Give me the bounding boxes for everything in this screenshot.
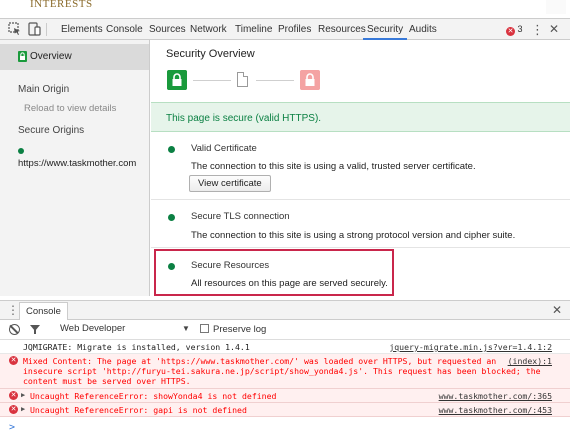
console-toolbar: Web Developer ▼ Preserve log: [0, 320, 570, 340]
secure-status-text: This page is secure (valid HTTPS).: [166, 113, 322, 124]
insecure-lock-icon: [300, 70, 320, 90]
view-certificate-button[interactable]: View certificate: [189, 175, 271, 192]
secure-origins-heading: Secure Origins: [18, 125, 85, 136]
error-icon: ✕: [9, 405, 18, 414]
tab-sources[interactable]: Sources: [145, 19, 190, 40]
message-text-line: content must be served over HTTPS.: [23, 376, 191, 386]
tab-console[interactable]: Console: [102, 19, 147, 40]
more-options-icon[interactable]: ⋮: [531, 22, 544, 38]
secure-tls-section: Secure TLS connection The connection to …: [151, 200, 570, 248]
page-heading-fragment: INTERESTS: [30, 0, 93, 10]
preserve-log-checkbox[interactable]: Preserve log: [200, 324, 266, 335]
console-message-error[interactable]: ✕ ▶ Uncaught ReferenceError: showYonda4 …: [0, 389, 570, 403]
message-text-line: insecure script 'http://furyu-tei.sakura…: [23, 366, 541, 376]
dropdown-arrow-icon: ▼: [182, 324, 190, 333]
security-summary-icons: [167, 70, 337, 90]
tab-elements[interactable]: Elements: [57, 19, 107, 40]
sidebar-item-origin[interactable]: https://www.taskmother.com: [18, 147, 149, 169]
security-sidebar: Overview Main Origin Reload to view deta…: [0, 40, 150, 296]
secure-status-banner: This page is secure (valid HTTPS).: [151, 102, 570, 132]
message-source-link[interactable]: (index):1: [508, 356, 552, 366]
secure-dot-icon: [18, 148, 24, 154]
clear-console-icon[interactable]: [9, 324, 20, 335]
device-toolbar-icon[interactable]: [27, 22, 41, 36]
section-description: The connection to this site is using a v…: [191, 161, 476, 172]
tab-profiles[interactable]: Profiles: [274, 19, 315, 40]
message-text: JQMIGRATE: Migrate is installed, version…: [23, 342, 250, 352]
tab-security[interactable]: Security: [363, 19, 408, 40]
error-icon: ✕: [9, 391, 18, 400]
tab-network[interactable]: Network: [186, 19, 231, 40]
section-title: Secure Resources: [191, 260, 270, 271]
drawer-tab-console[interactable]: Console: [19, 302, 68, 320]
tab-resources[interactable]: Resources: [314, 19, 370, 40]
drawer-tab-bar: ⋮ Console ✕: [0, 300, 570, 320]
console-messages: JQMIGRATE: Migrate is installed, version…: [0, 340, 570, 432]
error-icon: ✕: [9, 356, 18, 365]
error-count: 3: [517, 24, 523, 34]
close-drawer-icon[interactable]: ✕: [552, 303, 562, 317]
expand-triangle-icon[interactable]: ▶: [21, 405, 25, 413]
document-icon: [237, 72, 248, 87]
console-message-info: JQMIGRATE: Migrate is installed, version…: [0, 340, 570, 354]
preserve-log-label: Preserve log: [213, 324, 267, 335]
devtools-tab-bar: Elements Console Sources Network Timelin…: [0, 18, 570, 40]
secure-dot-icon: [168, 214, 175, 221]
section-description: The connection to this site is using a s…: [191, 230, 516, 241]
message-source-link[interactable]: www.taskmother.com/:365: [439, 391, 552, 401]
drawer-menu-icon[interactable]: ⋮: [7, 303, 19, 317]
secure-lock-icon: [167, 70, 187, 90]
message-text: Uncaught ReferenceError: showYonda4 is n…: [30, 391, 277, 401]
inspect-element-icon[interactable]: [8, 22, 22, 36]
origin-url: https://www.taskmother.com: [18, 158, 137, 169]
security-overview-panel: Security Overview This page is secure (v…: [151, 40, 570, 296]
section-description: All resources on this page are served se…: [191, 278, 388, 289]
checkbox-box[interactable]: [200, 324, 209, 333]
tab-timeline[interactable]: Timeline: [231, 19, 276, 40]
secure-resources-section: Secure Resources All resources on this p…: [151, 248, 570, 296]
tab-separator: [46, 23, 47, 36]
icon-connector: [256, 80, 294, 81]
sidebar-item-overview[interactable]: Overview: [0, 44, 149, 70]
context-select[interactable]: Web Developer ▼: [60, 323, 192, 337]
page-header-strip: INTERESTS: [0, 0, 570, 14]
error-count-badge[interactable]: ✕ 3: [506, 24, 523, 36]
tab-audits[interactable]: Audits: [405, 19, 441, 40]
message-text-line: Mixed Content: The page at 'https://www.…: [23, 356, 497, 366]
console-prompt[interactable]: >: [9, 422, 15, 432]
expand-triangle-icon[interactable]: ▶: [21, 391, 25, 399]
lock-icon: [18, 51, 27, 62]
section-title: Valid Certificate: [191, 143, 257, 154]
filter-icon[interactable]: [30, 325, 40, 334]
reload-hint: Reload to view details: [24, 103, 117, 114]
message-source-link[interactable]: www.taskmother.com/:453: [439, 405, 552, 415]
sidebar-item-label: Overview: [30, 51, 72, 62]
console-message-error: ✕ Mixed Content: The page at 'https://ww…: [0, 354, 570, 389]
error-icon: ✕: [506, 27, 515, 36]
message-text: Uncaught ReferenceError: gapi is not def…: [30, 405, 247, 415]
secure-dot-icon: [168, 263, 175, 270]
icon-connector: [193, 80, 231, 81]
console-message-error[interactable]: ✕ ▶ Uncaught ReferenceError: gapi is not…: [0, 403, 570, 417]
section-title: Secure TLS connection: [191, 211, 290, 222]
secure-dot-icon: [168, 146, 175, 153]
security-overview-title: Security Overview: [166, 48, 255, 60]
context-select-value: Web Developer: [60, 323, 126, 334]
page-scroll-area: [546, 0, 566, 14]
main-origin-heading: Main Origin: [18, 84, 70, 95]
message-source-link[interactable]: jquery-migrate.min.js?ver=1.4.1:2: [389, 342, 552, 352]
close-devtools-icon[interactable]: ✕: [549, 22, 559, 36]
